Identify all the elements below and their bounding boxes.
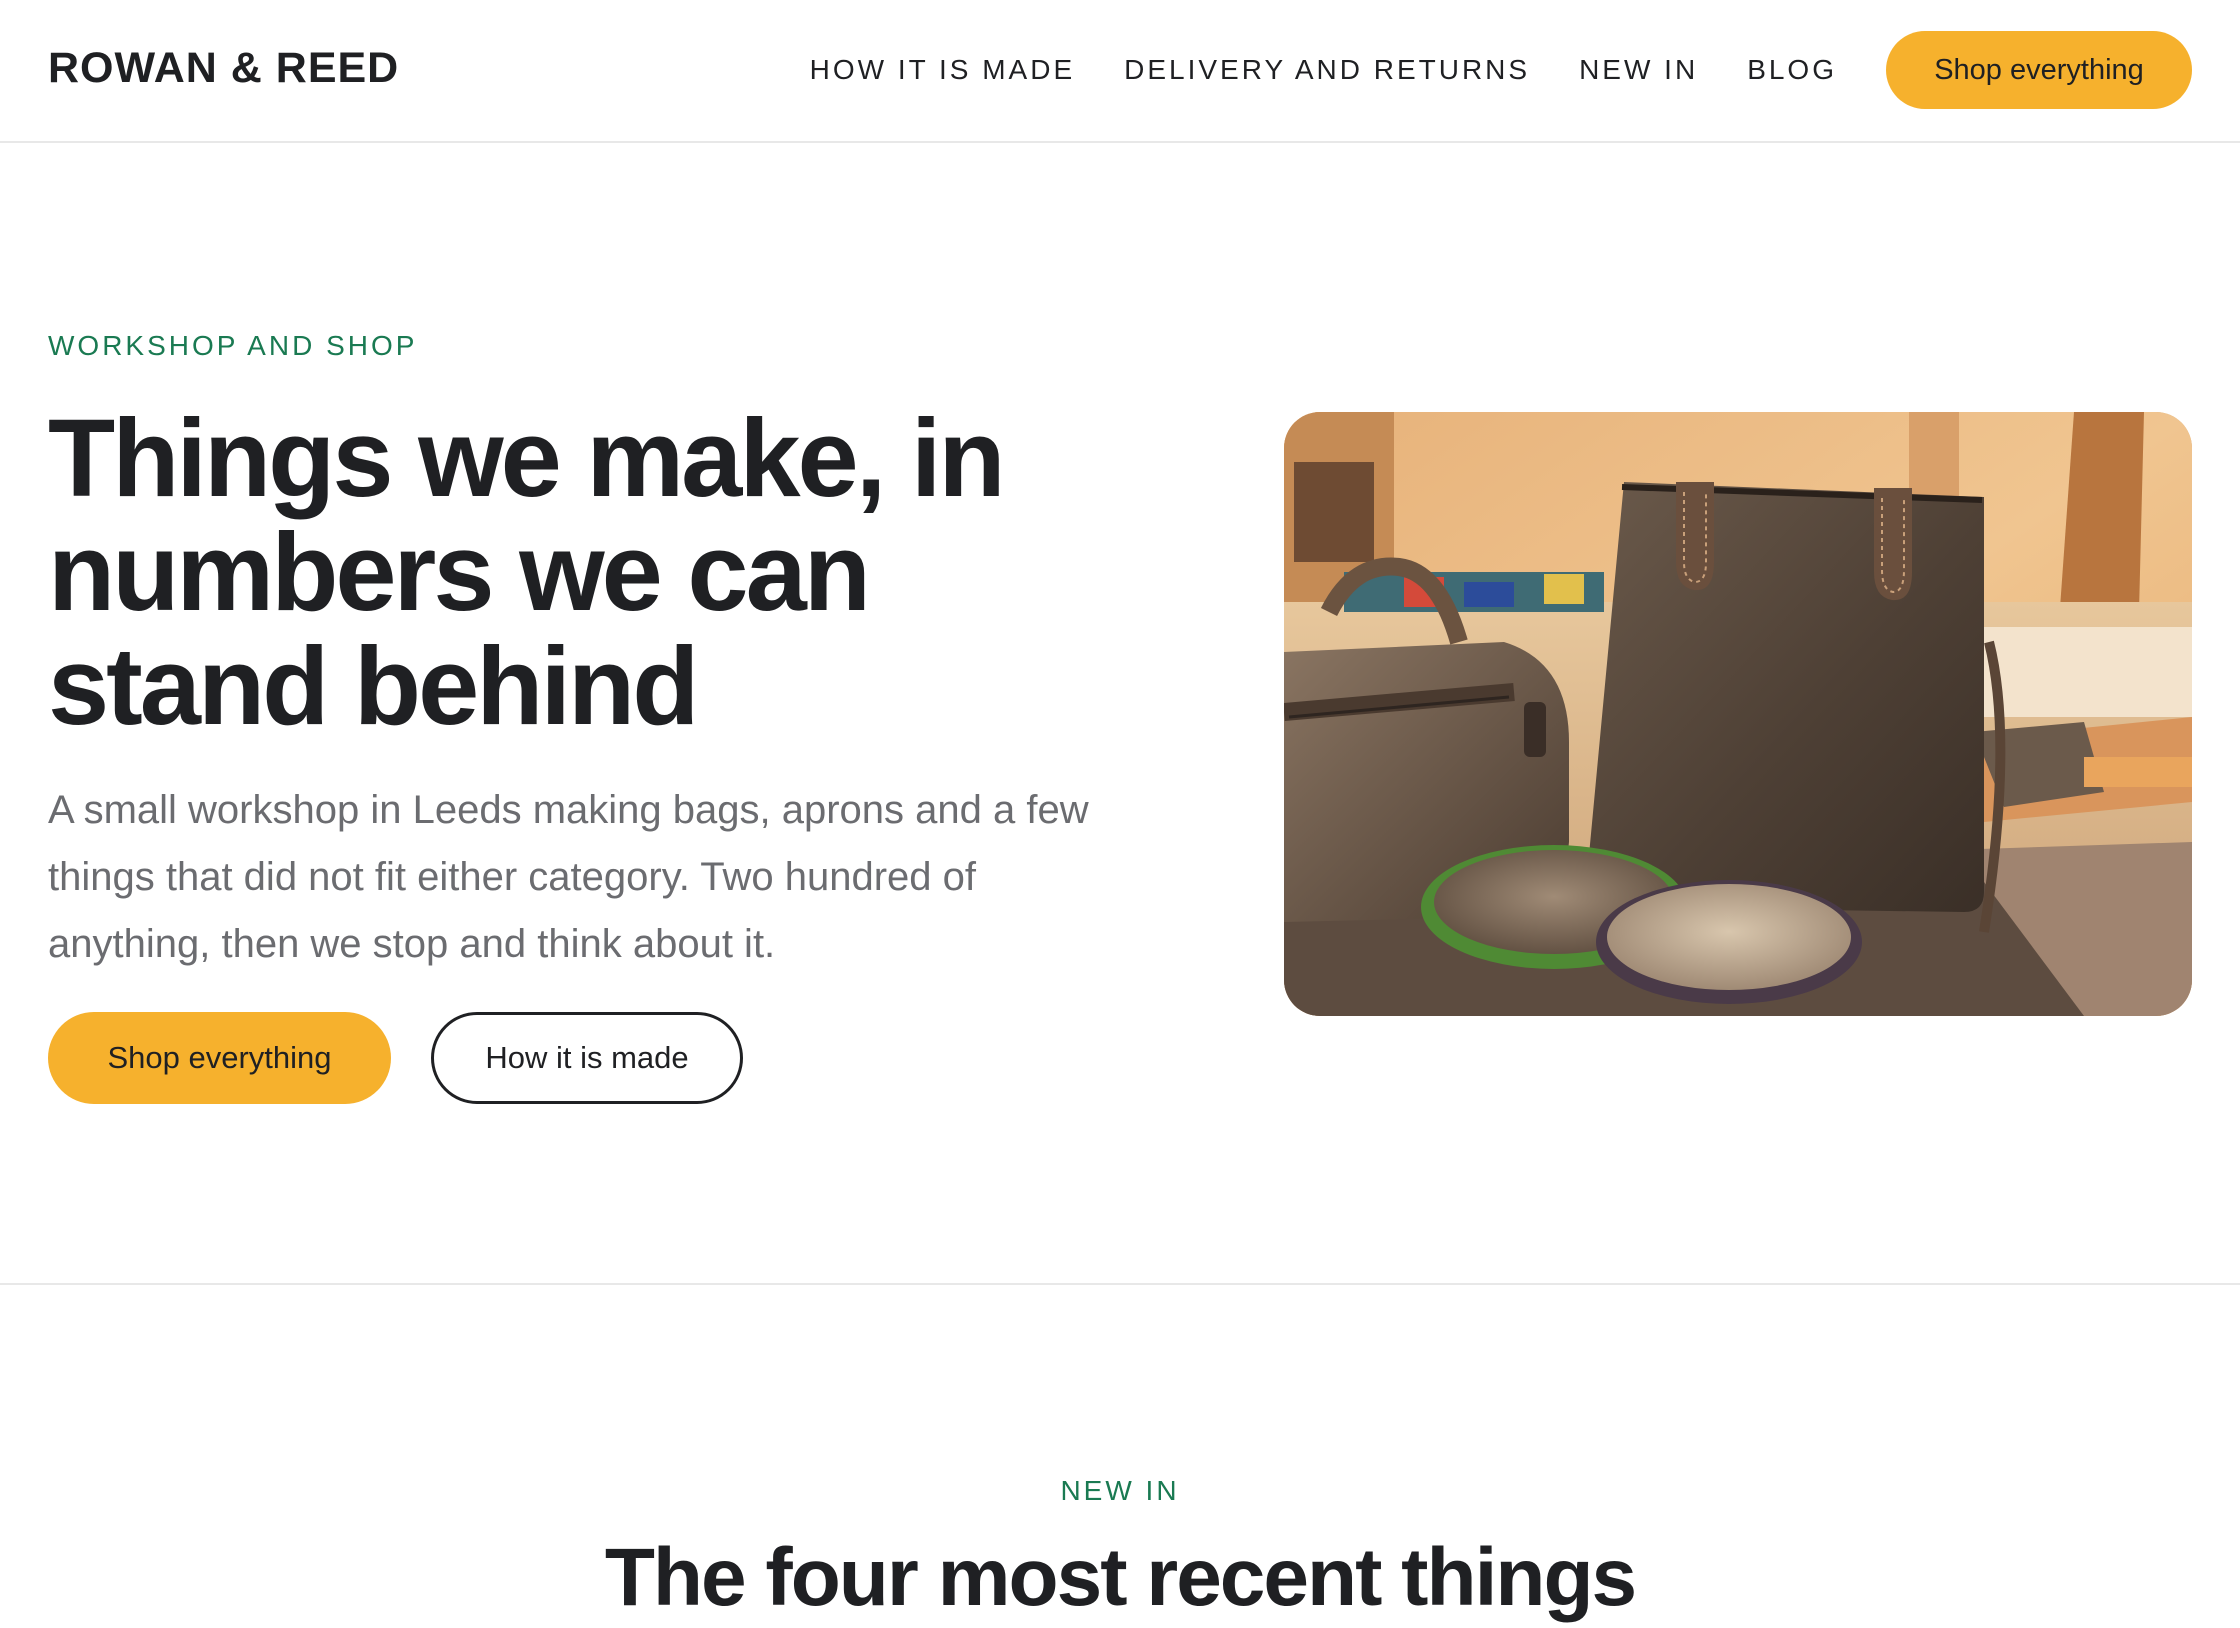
hero-actions: Shop everything How it is made (48, 1012, 743, 1104)
hero-title: Things we make, in numbers we can stand … (48, 397, 1006, 748)
nav-link-blog[interactable]: BLOG (1747, 54, 1837, 86)
hero-product-photo (1284, 412, 2192, 1016)
nav-link-delivery-and-returns[interactable]: DELIVERY AND RETURNS (1124, 54, 1530, 86)
shop-everything-button[interactable]: Shop everything (48, 1012, 391, 1104)
hero-eyebrow: WORKSHOP AND SHOP (48, 330, 418, 361)
hero-lead: A small workshop in Leeds making bags, a… (48, 788, 1089, 966)
new-in-title: The four most recent things (604, 1532, 1637, 1623)
main-nav: HOW IT IS MADE DELIVERY AND RETURNS NEW … (810, 31, 2192, 109)
how-it-is-made-button[interactable]: How it is made (431, 1012, 743, 1104)
brand-logo[interactable]: ROWAN & REED (48, 44, 399, 93)
site-header: ROWAN & REED HOW IT IS MADE DELIVERY AND… (0, 0, 2240, 143)
nav-link-new-in[interactable]: NEW IN (1579, 54, 1698, 86)
header-shop-button[interactable]: Shop everything (1886, 31, 2192, 109)
nav-link-how-it-is-made[interactable]: HOW IT IS MADE (810, 54, 1076, 86)
section-divider (0, 1283, 2240, 1285)
new-in-eyebrow: NEW IN (1060, 1475, 1180, 1506)
